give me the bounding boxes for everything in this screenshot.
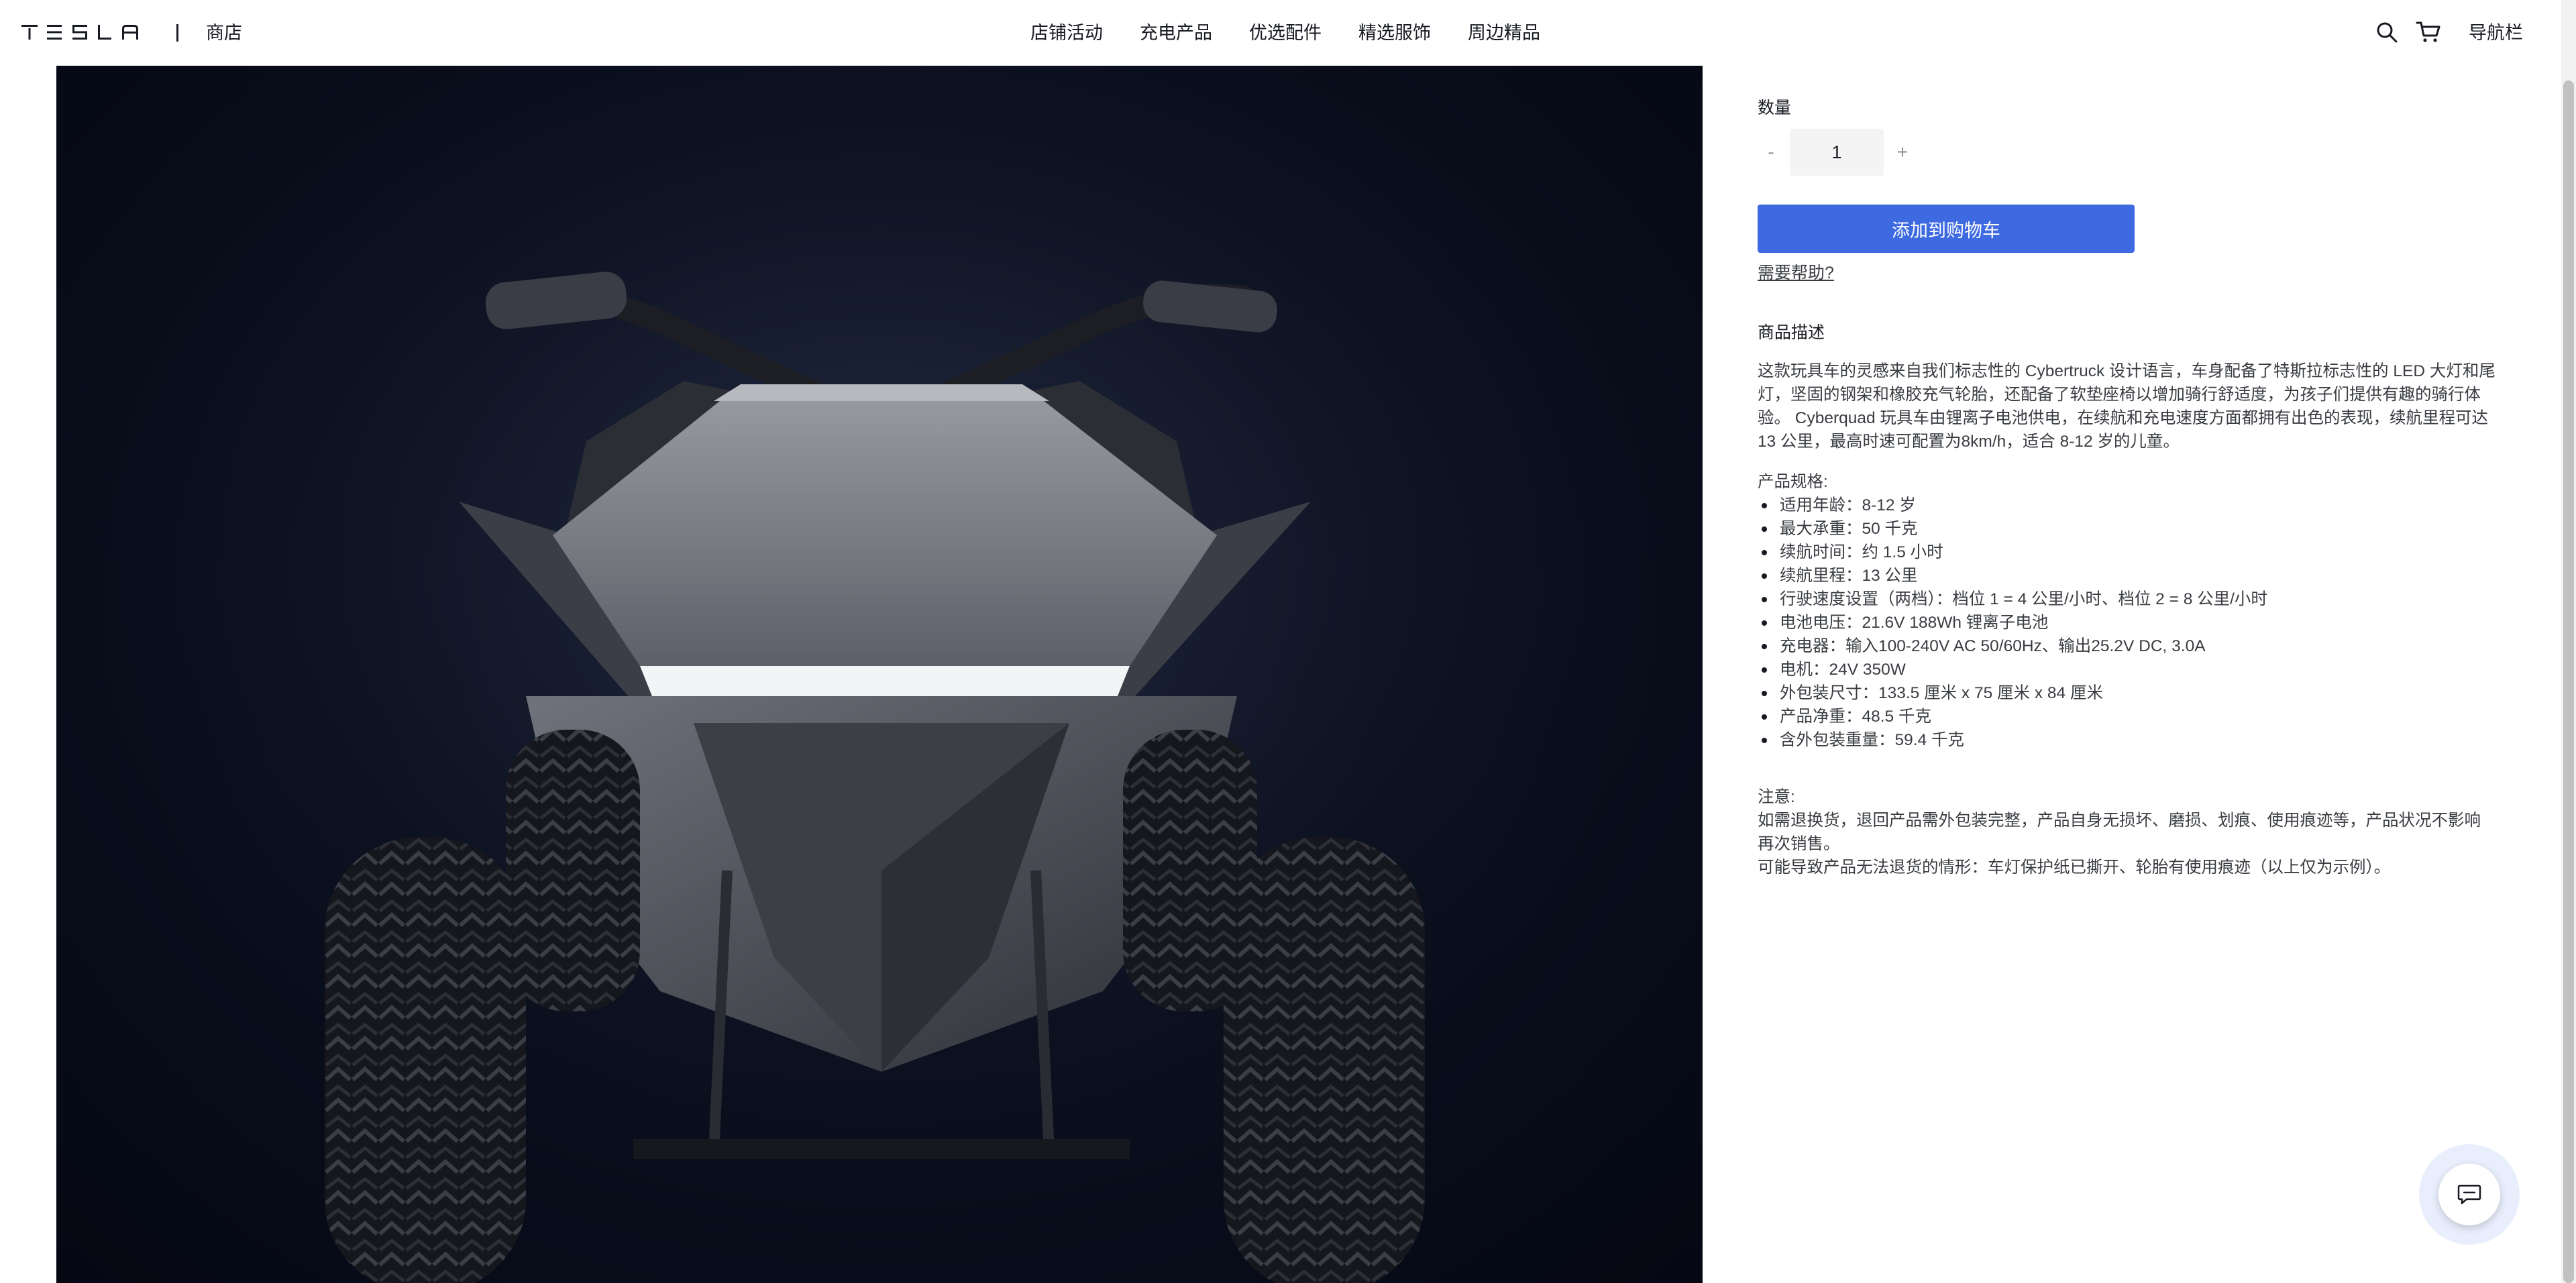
spec-item: 适用年龄：8-12 岁 [1758,494,2496,517]
search-icon[interactable] [2373,19,2400,46]
nav-icons [2373,19,2442,46]
cyberquad-illustration [56,66,1703,1283]
scrollbar-thumb[interactable] [2563,80,2574,1283]
description-title: 商品描述 [1758,323,1825,342]
help-link[interactable]: 需要帮助? [1758,262,1834,284]
store-link[interactable]: 商店 [206,21,242,44]
description-text: 这款玩具车的灵感来自我们标志性的 Cybertruck 设计语言，车身配备了特斯… [1758,362,2496,451]
spec-item: 续航里程：13 公里 [1758,564,2496,588]
menu-item-apparel[interactable]: 精选服饰 [1358,21,1431,44]
top-nav: 商店 店铺活动 充电产品 优选配件 精选服饰 周边精品 导航栏 [0,0,2561,66]
nav-menu-button[interactable]: 导航栏 [2469,21,2523,44]
tesla-logo[interactable] [21,23,142,42]
spec-item: 电池电压：21.6V 188Wh 锂离子电池 [1758,611,2496,634]
menu-item-store-events[interactable]: 店铺活动 [1030,21,1103,44]
spec-item: 含外包装重量：59.4 千克 [1758,728,2496,752]
quantity-input[interactable] [1790,129,1884,176]
cart-icon[interactable] [2415,19,2442,46]
spec-item: 行驶速度设置（两档）：档位 1 = 4 公里/小时、档位 2 = 8 公里/小时 [1758,588,2496,611]
spec-item: 最大承重：50 千克 [1758,517,2496,541]
spec-item: 续航时间：约 1.5 小时 [1758,541,2496,564]
specs-title: 产品规格: [1758,473,1828,491]
spec-item: 电机：24V 350W [1758,658,2496,681]
tesla-wordmark-icon [21,25,138,40]
quantity-stepper: - + [1758,129,1916,176]
quantity-decrease-button[interactable]: - [1758,129,1784,176]
chat-widget [2419,1144,2520,1245]
main-menu: 店铺活动 充电产品 优选配件 精选服饰 周边精品 [1030,21,1577,44]
note-text-1: 如需退换货，退回产品需外包装完整，产品自身无损坏、磨损、划痕、使用痕迹等，产品状… [1758,812,2481,853]
note-text-2: 可能导致产品无法退货的情形：车灯保护纸已撕开、轮胎有使用痕迹（以上仅为示例）。 [1758,858,2391,877]
chat-button[interactable] [2438,1164,2500,1225]
specs-list: 适用年龄：8-12 岁 最大承重：50 千克 续航时间：约 1.5 小时 续航里… [1758,494,2496,752]
product-image [56,66,1703,1283]
menu-item-lifestyle[interactable]: 周边精品 [1468,21,1540,44]
spec-item: 充电器：输入100-240V AC 50/60Hz、输出25.2V DC, 3.… [1758,634,2496,658]
menu-item-charging[interactable]: 充电产品 [1140,21,1212,44]
return-note: 注意: 如需退换货，退回产品需外包装完整，产品自身无损坏、磨损、划痕、使用痕迹等… [1758,785,2496,879]
spec-item: 产品净重：48.5 千克 [1758,705,2496,728]
spec-item: 外包装尺寸：133.5 厘米 x 75 厘米 x 84 厘米 [1758,681,2496,705]
note-title: 注意: [1758,788,1795,806]
quantity-increase-button[interactable]: + [1889,129,1916,176]
scrollbar[interactable] [2561,0,2576,1283]
quantity-label: 数量 [1758,99,1792,117]
nav-divider [176,24,178,42]
chat-icon [2457,1184,2481,1205]
menu-item-accessories[interactable]: 优选配件 [1249,21,1322,44]
add-to-cart-button[interactable]: 添加到购物车 [1758,205,2135,253]
